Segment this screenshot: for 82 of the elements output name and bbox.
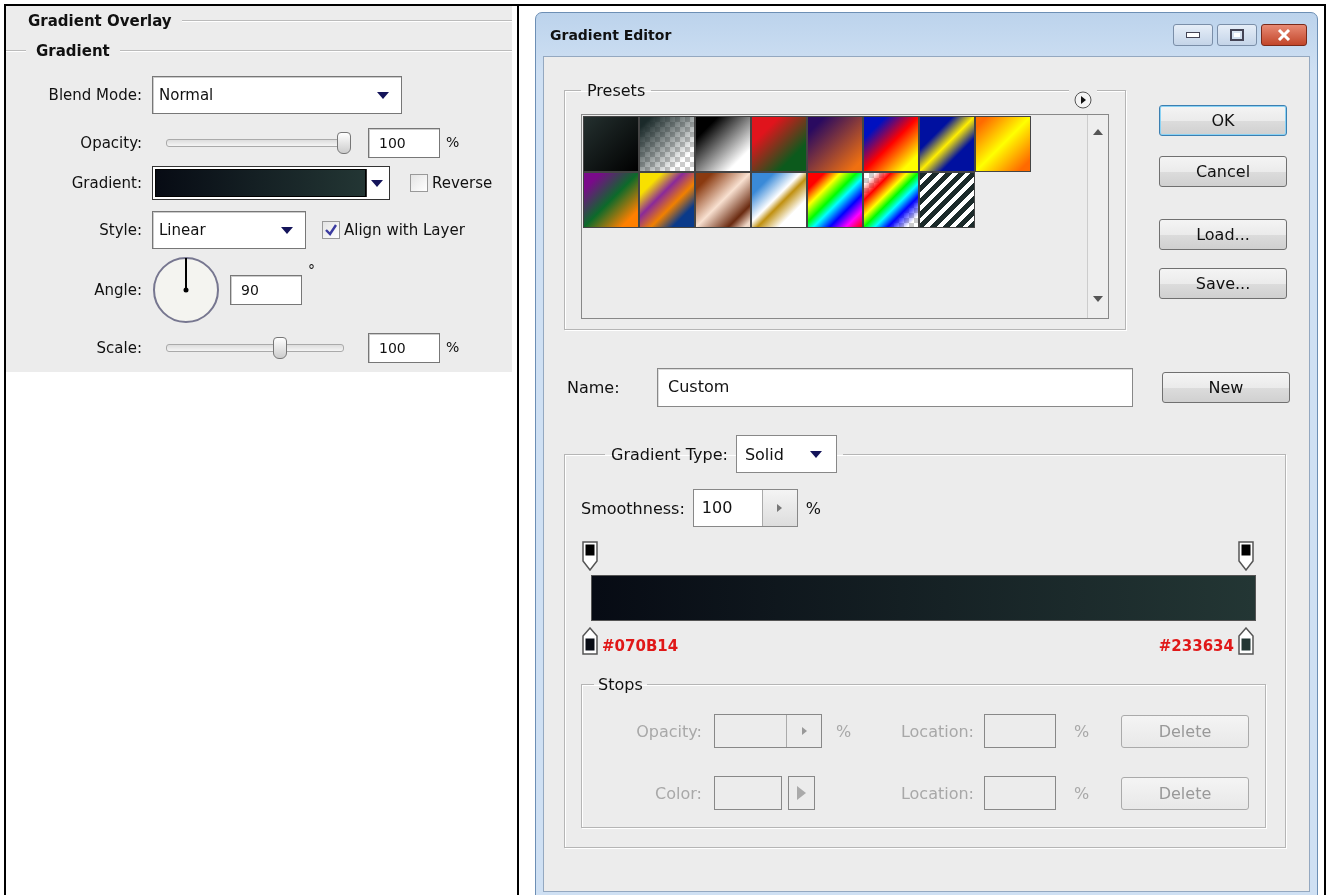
preset-swatch[interactable]	[751, 116, 807, 172]
minimize-button[interactable]	[1173, 23, 1213, 46]
opacity-stop-icon[interactable]	[1238, 541, 1254, 571]
unit-label: %	[446, 134, 460, 150]
field-label: Scale:	[95, 339, 142, 357]
preset-swatch[interactable]	[639, 116, 695, 172]
section-heading: Gradient	[36, 42, 110, 60]
preset-swatch[interactable]	[583, 172, 639, 228]
preset-swatch[interactable]	[863, 172, 919, 228]
gradient-type-select[interactable]: Solid	[735, 435, 837, 473]
smoothness-field[interactable]: 100	[692, 489, 798, 527]
color-hex-label: #233634	[1158, 637, 1234, 655]
preset-swatch[interactable]	[583, 116, 639, 172]
opacity-field[interactable]: 100	[368, 128, 440, 158]
field-label: Angle:	[93, 281, 142, 299]
scroll-up-icon[interactable]	[1093, 129, 1103, 135]
preset-swatch[interactable]	[807, 116, 863, 172]
gradient-picker[interactable]	[152, 166, 390, 200]
field-label: Color:	[654, 783, 702, 803]
preset-swatch[interactable]	[919, 116, 975, 172]
new-button[interactable]: New	[1162, 372, 1290, 403]
preset-swatch[interactable]	[807, 172, 863, 228]
blend-mode-select[interactable]: Normal	[152, 76, 402, 114]
unit-label: %	[446, 339, 460, 355]
panel-title: Gradient Overlay	[27, 12, 172, 30]
scroll-down-icon[interactable]	[1093, 296, 1103, 302]
caret-icon	[371, 179, 383, 187]
preset-swatch[interactable]	[863, 116, 919, 172]
field-label: Gradient Type:	[611, 444, 728, 464]
unit-label: %	[1074, 783, 1091, 803]
field-label: Name:	[566, 378, 621, 397]
preset-swatch[interactable]	[695, 116, 751, 172]
field-label: Location:	[899, 721, 974, 741]
cancel-button[interactable]: Cancel	[1159, 156, 1287, 187]
caret-icon	[281, 226, 293, 234]
reverse-checkbox[interactable]	[410, 174, 428, 192]
style-select[interactable]: Linear	[152, 211, 306, 249]
group-label: Stops	[597, 675, 644, 694]
stepper-arrow-icon[interactable]	[777, 504, 783, 512]
caret-icon	[809, 450, 822, 458]
minimize-icon	[1186, 31, 1200, 38]
preset-swatch[interactable]	[695, 172, 751, 228]
checkbox-label: Reverse	[432, 174, 493, 192]
preset-swatch[interactable]	[975, 116, 1031, 172]
window-title: Gradient Editor	[550, 26, 672, 43]
field-label: Location:	[899, 783, 974, 803]
unit-label: %	[1074, 721, 1091, 741]
play-arrow-icon	[797, 786, 806, 800]
presets-list[interactable]	[581, 114, 1109, 319]
angle-dial[interactable]	[152, 256, 220, 324]
ok-button[interactable]: OK	[1159, 105, 1287, 136]
field-label: Smoothness:	[581, 498, 685, 518]
maximize-button[interactable]	[1217, 23, 1257, 46]
field-label: Opacity:	[635, 721, 702, 741]
save-button[interactable]: Save...	[1159, 268, 1287, 299]
preset-swatch[interactable]	[919, 172, 975, 228]
opacity-stop-icon[interactable]	[582, 541, 598, 571]
color-stop-icon[interactable]	[582, 627, 598, 655]
maximize-icon	[1230, 28, 1244, 41]
name-field[interactable]: Custom	[657, 368, 1133, 407]
preset-swatch[interactable]	[751, 172, 807, 228]
slider-thumb[interactable]	[337, 132, 351, 154]
field-label: Gradient:	[70, 174, 142, 192]
color-hex-label: #070B14	[602, 637, 679, 655]
close-icon	[1277, 28, 1291, 41]
preset-swatch[interactable]	[639, 172, 695, 228]
unit-label: %	[836, 721, 853, 741]
checkbox-label: Align with Layer	[344, 221, 465, 239]
scale-field[interactable]: 100	[368, 333, 440, 363]
load-button[interactable]: Load...	[1159, 219, 1287, 250]
field-label: Blend Mode:	[47, 86, 142, 104]
align-checkbox[interactable]	[322, 221, 340, 239]
close-button[interactable]	[1261, 23, 1307, 46]
caret-icon	[377, 91, 389, 99]
degree-sign: °	[308, 262, 315, 278]
color-stop-icon[interactable]	[1238, 627, 1254, 655]
field-label: Style:	[98, 221, 142, 239]
group-label: Presets	[586, 81, 647, 100]
angle-field[interactable]: 90	[230, 275, 302, 305]
slider-thumb[interactable]	[272, 337, 287, 359]
field-label: Opacity:	[79, 134, 142, 152]
unit-label: %	[805, 498, 821, 518]
